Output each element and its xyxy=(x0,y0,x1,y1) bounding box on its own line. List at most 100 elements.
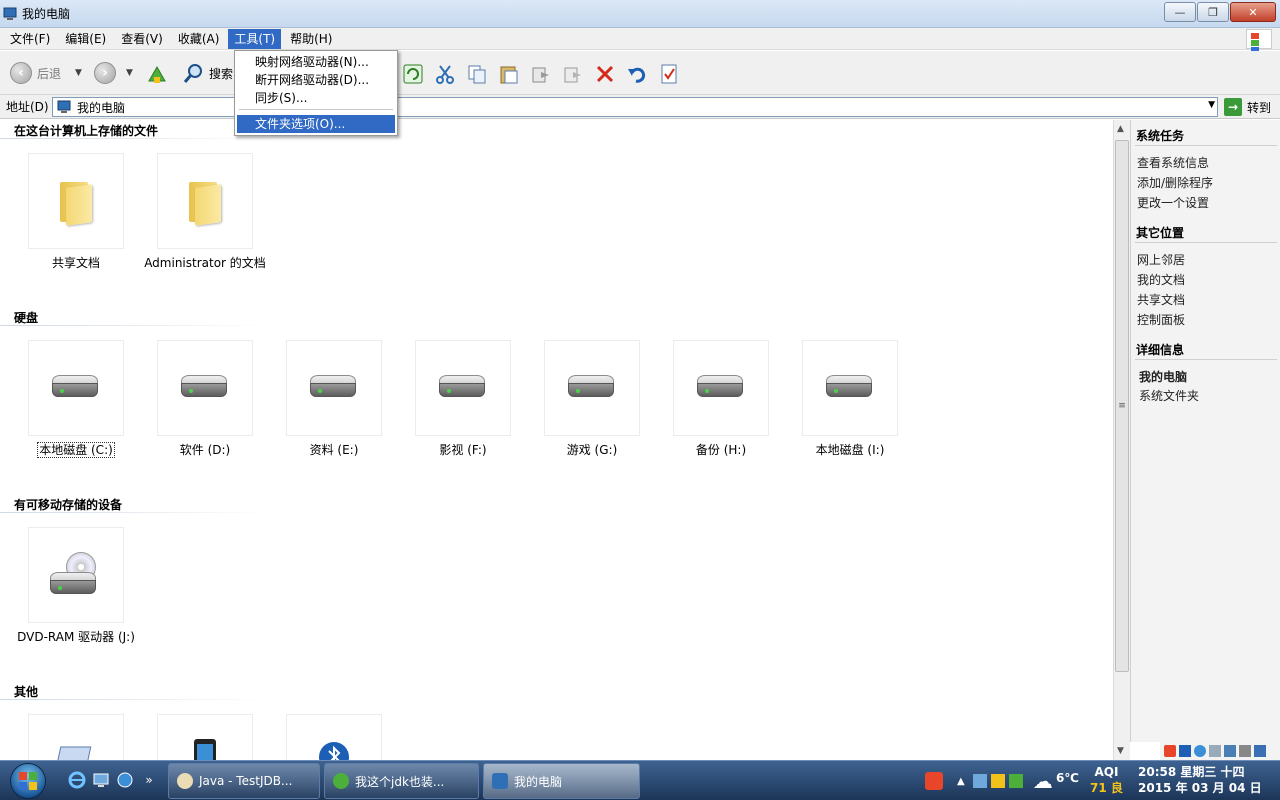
hard-drive-icon xyxy=(52,375,100,401)
drive-c-tile[interactable] xyxy=(28,340,124,436)
security-icon[interactable] xyxy=(1008,774,1023,788)
admin-docs-tile[interactable] xyxy=(157,153,253,249)
windows-flag-icon xyxy=(1246,29,1272,60)
task-browser[interactable]: 我这个jdk也装... xyxy=(324,763,479,799)
ime-toolbar[interactable] xyxy=(1160,742,1280,760)
menu-favorites[interactable]: 收藏(A) xyxy=(172,29,226,49)
weather-cloud-icon[interactable]: ☁ xyxy=(1033,769,1053,793)
control-panel-link[interactable]: 控制面板 xyxy=(1137,311,1185,328)
cut-icon[interactable] xyxy=(434,63,456,85)
drive-f-tile[interactable] xyxy=(415,340,511,436)
start-button[interactable] xyxy=(10,763,46,799)
hard-drive-icon xyxy=(826,375,874,401)
wrench-icon[interactable] xyxy=(1254,745,1266,757)
undo-icon[interactable] xyxy=(626,63,648,85)
refresh-icon[interactable] xyxy=(402,63,424,85)
move-to-icon[interactable] xyxy=(530,63,552,85)
show-desktop-icon[interactable] xyxy=(92,771,110,789)
vertical-scrollbar[interactable]: ▲ ≡ ▼ xyxy=(1113,120,1130,760)
minimize-button[interactable]: — xyxy=(1164,2,1196,22)
go-button[interactable]: → 转到 xyxy=(1224,97,1271,117)
dvd-drive-tile[interactable] xyxy=(28,527,124,623)
forward-dropdown-icon[interactable]: ▼ xyxy=(126,68,133,78)
back-button[interactable]: ‹ 后退 ▼ xyxy=(10,61,82,85)
tray-expand-icon[interactable]: ▲ xyxy=(957,776,965,787)
scroll-thumb[interactable]: ≡ xyxy=(1115,140,1129,672)
shared-docs-tile[interactable] xyxy=(28,153,124,249)
pane-divider xyxy=(1135,359,1277,360)
other-tile-1[interactable] xyxy=(28,714,124,760)
warning-icon[interactable] xyxy=(990,774,1005,788)
network-places-link[interactable]: 网上邻居 xyxy=(1137,251,1185,268)
keyboard-icon[interactable] xyxy=(1224,745,1236,757)
back-label: 后退 xyxy=(37,66,62,81)
other-tile-2[interactable] xyxy=(157,714,253,760)
menu-edit[interactable]: 编辑(E) xyxy=(59,29,112,49)
quick-launch-overflow[interactable]: » xyxy=(140,771,158,789)
menu-tools[interactable]: 工具(T) xyxy=(228,28,282,49)
soft-keyboard-icon[interactable] xyxy=(1209,745,1221,757)
ie-icon[interactable] xyxy=(68,771,86,789)
tile-label: 游戏 (G:) xyxy=(566,443,618,457)
menu-file[interactable]: 文件(F) xyxy=(4,29,56,49)
task-pane: 系统任务 查看系统信息 添加/删除程序 更改一个设置 其它位置 网上邻居 我的文… xyxy=(1130,120,1280,742)
address-dropdown-icon[interactable]: ▼ xyxy=(1208,100,1215,110)
task-java[interactable]: Java - TestJDB... xyxy=(168,763,320,799)
drive-i-tile[interactable] xyxy=(802,340,898,436)
map-network-drive-item[interactable]: 映射网络驱动器(N)... xyxy=(237,53,395,71)
tile-label: DVD-RAM 驱动器 (J:) xyxy=(17,630,135,644)
my-documents-link[interactable]: 我的文档 xyxy=(1137,271,1185,288)
temperature: 6℃ xyxy=(1056,771,1079,785)
search-label: 搜索 xyxy=(209,66,234,81)
tile-label: 软件 (D:) xyxy=(179,443,231,457)
drive-g-tile[interactable] xyxy=(544,340,640,436)
search-button[interactable]: 搜索 xyxy=(182,61,233,85)
network-icon[interactable] xyxy=(972,774,987,788)
go-arrow-icon: → xyxy=(1224,98,1242,116)
forward-button[interactable]: › ▼ xyxy=(94,61,133,85)
back-dropdown-icon[interactable]: ▼ xyxy=(75,68,82,78)
sogou-tray-icon[interactable] xyxy=(925,772,943,790)
details-type: 系统文件夹 xyxy=(1139,389,1200,403)
clock[interactable]: 20:58 星期三 十四 2015 年 03 月 04 日 xyxy=(1138,764,1262,796)
menu-bar: 文件(F) 编辑(E) 查看(V) 收藏(A) 工具(T) 帮助(H) xyxy=(0,28,1280,50)
folder-icon xyxy=(185,178,225,226)
punctuation-icon[interactable] xyxy=(1194,745,1206,757)
drive-e-tile[interactable] xyxy=(286,340,382,436)
section-divider xyxy=(0,699,270,700)
view-system-info-link[interactable]: 查看系统信息 xyxy=(1137,154,1209,171)
scroll-up-icon[interactable]: ▲ xyxy=(1117,124,1124,134)
add-remove-programs-link[interactable]: 添加/删除程序 xyxy=(1137,174,1213,191)
synchronize-item[interactable]: 同步(S)... xyxy=(237,89,395,107)
hard-drive-icon xyxy=(310,375,358,401)
drive-d-tile[interactable] xyxy=(157,340,253,436)
chinese-mode-icon[interactable] xyxy=(1179,745,1191,757)
aqi-widget[interactable]: AQI 71 良 xyxy=(1090,764,1123,796)
copy-to-icon[interactable] xyxy=(562,63,584,85)
drive-h-tile[interactable] xyxy=(673,340,769,436)
task-label: 我的电脑 xyxy=(514,774,563,789)
copy-icon[interactable] xyxy=(466,63,488,85)
maximize-button[interactable]: ❐ xyxy=(1197,2,1229,22)
settings-icon[interactable] xyxy=(1239,745,1251,757)
media-player-icon[interactable] xyxy=(116,771,134,789)
shared-documents-link[interactable]: 共享文档 xyxy=(1137,291,1185,308)
system-tray: ▲ ☁ xyxy=(925,763,1053,799)
close-button[interactable]: ✕ xyxy=(1230,2,1276,22)
other-tile-3[interactable] xyxy=(286,714,382,760)
paste-icon[interactable] xyxy=(498,63,520,85)
sogou-icon[interactable] xyxy=(1164,745,1176,757)
section-divider xyxy=(0,138,270,139)
menu-view[interactable]: 查看(V) xyxy=(115,29,169,49)
change-setting-link[interactable]: 更改一个设置 xyxy=(1137,194,1209,211)
up-folder-icon[interactable] xyxy=(146,63,168,85)
address-input[interactable]: 我的电脑 ▼ xyxy=(52,97,1218,117)
scroll-down-icon[interactable]: ▼ xyxy=(1117,746,1124,756)
folder-options-item[interactable]: 文件夹选项(O)... xyxy=(237,115,395,133)
menu-help[interactable]: 帮助(H) xyxy=(284,29,338,49)
properties-icon[interactable] xyxy=(658,63,680,85)
mobile-device-icon xyxy=(194,739,216,760)
disconnect-network-drive-item[interactable]: 断开网络驱动器(D)... xyxy=(237,71,395,89)
delete-icon[interactable] xyxy=(594,63,616,85)
task-my-computer[interactable]: 我的电脑 xyxy=(483,763,640,799)
